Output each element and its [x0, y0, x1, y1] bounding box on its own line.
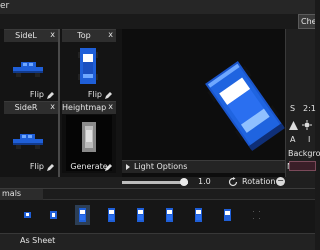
- frame-thumbnail[interactable]: [46, 205, 61, 225]
- close-icon[interactable]: x: [108, 30, 113, 39]
- warning-icon[interactable]: [289, 121, 298, 130]
- flip-button[interactable]: Flip: [30, 162, 44, 171]
- car-side-sprite: [13, 62, 43, 77]
- frame-thumbnail[interactable]: [133, 205, 148, 225]
- close-icon[interactable]: x: [50, 30, 55, 39]
- isometric-car-sprite: [205, 60, 285, 152]
- tab-normals[interactable]: mals: [0, 189, 43, 200]
- sun-icon[interactable]: [302, 120, 312, 130]
- ratio-value[interactable]: 2:1: [303, 104, 316, 113]
- light-options-toggle[interactable]: Light Options: [122, 160, 285, 173]
- panel-separator: [58, 29, 60, 177]
- close-icon[interactable]: x: [108, 102, 113, 111]
- panel-title: SideR: [14, 103, 38, 112]
- i-label: I: [308, 135, 311, 144]
- panel-title: SideL: [15, 31, 37, 40]
- chevron-right-icon: [126, 164, 130, 170]
- frame-thumbnail[interactable]: [191, 205, 206, 225]
- heightmap-sprite: [82, 122, 96, 152]
- preview-canvas[interactable]: [122, 29, 285, 177]
- frame-thumbnail[interactable]: [104, 205, 119, 225]
- rotation-decrease-button[interactable]: −: [276, 177, 285, 186]
- close-icon[interactable]: x: [50, 102, 55, 111]
- frame-thumbnail-selected[interactable]: [75, 205, 90, 225]
- title-bar: er: [0, 0, 315, 14]
- car-top-sprite: [78, 48, 98, 84]
- scale-label: S: [290, 104, 296, 113]
- panel-header: SideL x: [4, 30, 58, 42]
- panel-top: Top x Flip: [62, 29, 116, 101]
- light-options-label: Light Options: [134, 162, 188, 171]
- rotate-icon[interactable]: [228, 177, 238, 187]
- frame-thumbnail[interactable]: [162, 205, 177, 225]
- flip-button[interactable]: Flip: [88, 90, 102, 99]
- as-sheet-button[interactable]: As Sheet: [20, 236, 55, 245]
- settings-panel: S 2:1 A I Backgrou N: [285, 29, 320, 177]
- panel-side-left: SideL x Flip: [4, 29, 58, 101]
- panel-header: Top x: [62, 30, 116, 42]
- pencil-icon[interactable]: [104, 163, 113, 172]
- pencil-icon[interactable]: [46, 163, 55, 172]
- pencil-icon[interactable]: [104, 91, 113, 100]
- rotation-label: Rotation: [242, 177, 276, 186]
- light-value: 1.0: [198, 177, 211, 186]
- window-title: er: [0, 1, 10, 11]
- panel-title: Heightmap: [62, 103, 107, 112]
- light-slider-handle[interactable]: [180, 178, 188, 186]
- background-label: Backgrou: [288, 149, 320, 158]
- frame-thumbnail[interactable]: [220, 205, 235, 225]
- a-label: A: [290, 135, 296, 144]
- frame-thumbnail[interactable]: [20, 205, 35, 225]
- light-slider-track[interactable]: [122, 181, 188, 184]
- flip-button[interactable]: Flip: [30, 90, 44, 99]
- panel-header: SideR x: [4, 102, 58, 114]
- panel-title: Top: [77, 31, 91, 40]
- panel-heightmap: Heightmap x Generate: [62, 101, 116, 173]
- pencil-icon[interactable]: [46, 91, 55, 100]
- frame-thumbnail-empty[interactable]: [249, 205, 264, 225]
- panel-header: Heightmap x: [62, 102, 116, 114]
- panel-side-right: SideR x Flip: [4, 101, 58, 173]
- tab-che[interactable]: Che: [298, 14, 315, 29]
- background-color-field[interactable]: [289, 161, 316, 171]
- car-side-sprite: [13, 134, 43, 149]
- bottom-panel-header: [0, 189, 315, 200]
